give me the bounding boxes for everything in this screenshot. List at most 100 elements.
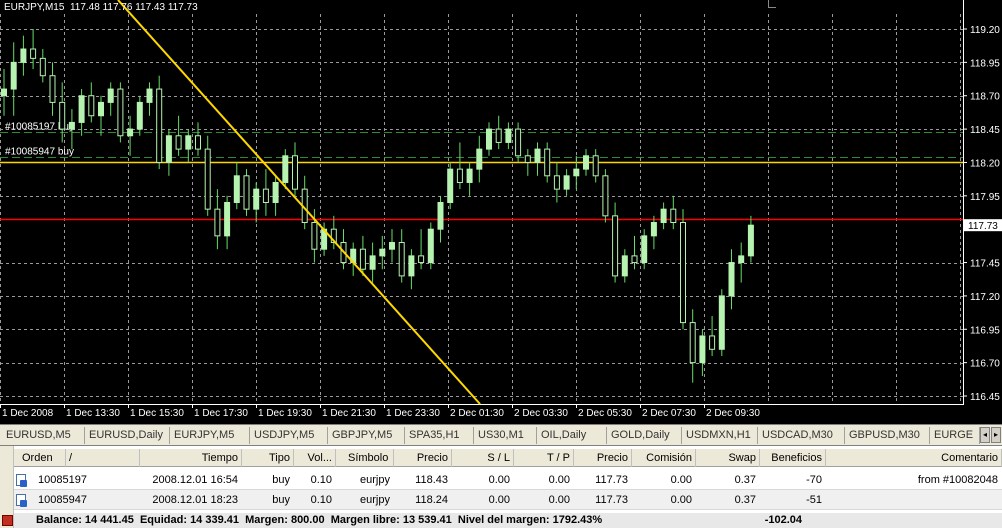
table-header-cell[interactable]: Precio bbox=[394, 449, 452, 467]
table-header-cell[interactable]: Precio bbox=[574, 449, 632, 467]
table-cell-vol: 0.10 bbox=[310, 474, 332, 486]
balance-summary: Balance: 14 441.45 Equidad: 14 339.41 Ma… bbox=[36, 514, 603, 526]
candle-body bbox=[563, 175, 570, 190]
price-tick-label: 116.95 bbox=[970, 325, 1000, 336]
chart-tabs-bar: EURUSD,M5 EURUSD,Daily EURJPY,M5 USDJPY,M5 G… bbox=[0, 424, 1002, 446]
chart-tab[interactable]: USDMXN,H1 bbox=[682, 427, 758, 444]
candle-body bbox=[709, 335, 716, 350]
time-tick-label: 2 Dec 09:30 bbox=[706, 408, 760, 419]
chart-tab[interactable]: GOLD,Daily bbox=[607, 427, 682, 444]
candle-body bbox=[621, 255, 628, 277]
buy-order-icon-mark bbox=[20, 480, 27, 487]
table-header-cell[interactable]: T / P bbox=[514, 449, 574, 467]
candle-body bbox=[592, 155, 599, 177]
candle-body bbox=[204, 148, 211, 210]
time-tick-label: 1 Dec 2008 bbox=[2, 408, 54, 419]
chart-tab[interactable]: OIL,Daily bbox=[537, 427, 607, 444]
chart-tab[interactable]: EURUSD,M5 bbox=[2, 427, 85, 444]
candle-body bbox=[30, 48, 37, 59]
table-header-cell[interactable]: Vol... bbox=[294, 449, 336, 467]
candle-body bbox=[631, 255, 638, 264]
table-header-cell[interactable]: S / L bbox=[452, 449, 514, 467]
price-tick-label: 118.95 bbox=[970, 58, 1000, 69]
chart-tab[interactable]: EURUSD,Daily bbox=[85, 427, 170, 444]
table-header-cell[interactable]: / bbox=[66, 449, 140, 467]
candle-body bbox=[408, 255, 415, 277]
candle-body bbox=[98, 101, 104, 117]
balance-icon bbox=[2, 515, 13, 526]
chart-tab[interactable]: EURGE bbox=[930, 427, 980, 444]
time-tick-label: 2 Dec 03:30 bbox=[514, 408, 568, 419]
candle-body bbox=[544, 148, 551, 177]
price-tick-label: 119.20 bbox=[970, 25, 1000, 36]
scroll-right-icon[interactable]: ▸ bbox=[991, 427, 1001, 443]
table-cell-precio2: 117.73 bbox=[595, 494, 628, 506]
chart-tab[interactable]: US30,M1 bbox=[474, 427, 537, 444]
table-cell-tp: 0.00 bbox=[548, 474, 570, 486]
candle-body bbox=[495, 128, 502, 143]
candle-body bbox=[650, 222, 657, 237]
chart-tab[interactable]: GBPUSD,M30 bbox=[845, 427, 930, 444]
chart-tab[interactable]: USDCAD,M30 bbox=[758, 427, 845, 444]
table-cell-orden: 10085947 bbox=[38, 494, 87, 506]
candle-body bbox=[534, 148, 541, 163]
table-cell-tipo: buy bbox=[272, 474, 290, 486]
candle-body bbox=[389, 242, 395, 250]
candle-body bbox=[185, 135, 192, 150]
table-header-cell[interactable]: Orden bbox=[14, 449, 66, 467]
candle-body bbox=[20, 48, 27, 63]
candle-body bbox=[107, 88, 114, 103]
price-tick-label: 117.20 bbox=[970, 292, 1000, 303]
table-cell-tiempo: 2008.12.01 18:23 bbox=[152, 494, 238, 506]
table-header-cell[interactable]: Beneficios bbox=[760, 449, 826, 467]
price-chart[interactable]: 119.20 118.95 118.70 118.45 118.20 117.95 117.… bbox=[0, 0, 1002, 424]
table-row[interactable]: 10085197 2008.12.01 16:54 buy 0.10 eurjpy 118… bbox=[14, 470, 1002, 490]
terminal-panel: Orden / Tiempo Tipo Vol... Símbolo Precio S / L… bbox=[0, 446, 1002, 528]
chart-window-corner bbox=[768, 0, 776, 8]
candle-body bbox=[68, 121, 75, 130]
price-tick-label: 117.95 bbox=[970, 192, 1000, 203]
candle-body bbox=[728, 262, 735, 297]
candle-body bbox=[282, 155, 289, 183]
candle-body bbox=[1, 88, 7, 97]
chart-tab[interactable]: GBPJPY,M5 bbox=[328, 427, 405, 444]
candle-body bbox=[447, 168, 454, 203]
table-header-cell[interactable]: Tiempo bbox=[140, 449, 242, 467]
chart-tab[interactable]: SPA35,H1 bbox=[405, 427, 474, 444]
table-header-cell[interactable]: Comisión bbox=[632, 449, 696, 467]
candle-body bbox=[195, 135, 201, 150]
candle-body bbox=[680, 222, 686, 324]
candle-body bbox=[59, 101, 66, 130]
table-cell-simbolo: eurjpy bbox=[360, 474, 390, 486]
table-cell-vol: 0.10 bbox=[310, 494, 332, 506]
table-cell-precio: 118.24 bbox=[415, 494, 448, 506]
table-header-cell[interactable]: Comentario bbox=[826, 449, 1002, 467]
table-cell-tiempo: 2008.12.01 16:54 bbox=[152, 474, 238, 486]
candle-body bbox=[253, 188, 260, 210]
candle-body bbox=[233, 175, 240, 203]
table-cell-tp: 0.00 bbox=[548, 494, 570, 506]
chart-tab[interactable]: USDJPY,M5 bbox=[250, 427, 328, 444]
total-profit: -102.04 bbox=[764, 514, 802, 526]
table-cell-swap: 0.37 bbox=[734, 474, 756, 486]
price-tick-label: 118.20 bbox=[970, 158, 1000, 169]
scroll-left-icon[interactable]: ◂ bbox=[980, 427, 990, 443]
candle-body bbox=[78, 95, 85, 123]
table-header-cell[interactable]: Símbolo bbox=[336, 449, 394, 467]
table-row[interactable]: 10085947 2008.12.01 18:23 buy 0.10 eurjpy 118… bbox=[14, 490, 1002, 510]
candle-body bbox=[398, 242, 405, 277]
chart-window[interactable]: 119.20 118.95 118.70 118.45 118.20 117.95 117.… bbox=[0, 0, 1002, 424]
table-cell-precio: 118.43 bbox=[415, 474, 448, 486]
candle-body bbox=[660, 208, 667, 224]
candle-body bbox=[515, 128, 522, 157]
table-header-cell[interactable]: Tipo bbox=[242, 449, 294, 467]
table-cell-comentario bbox=[826, 490, 1002, 510]
candle-body bbox=[699, 335, 706, 364]
candle-body bbox=[243, 175, 250, 210]
table-cell-comentario: from #10082048 bbox=[917, 474, 998, 486]
candle-body bbox=[136, 101, 143, 130]
chart-tab[interactable]: EURJPY,M5 bbox=[170, 427, 250, 444]
table-cell-sl: 0.00 bbox=[488, 474, 510, 486]
table-header-cell[interactable]: Swap bbox=[696, 449, 760, 467]
candle-body bbox=[456, 168, 463, 183]
